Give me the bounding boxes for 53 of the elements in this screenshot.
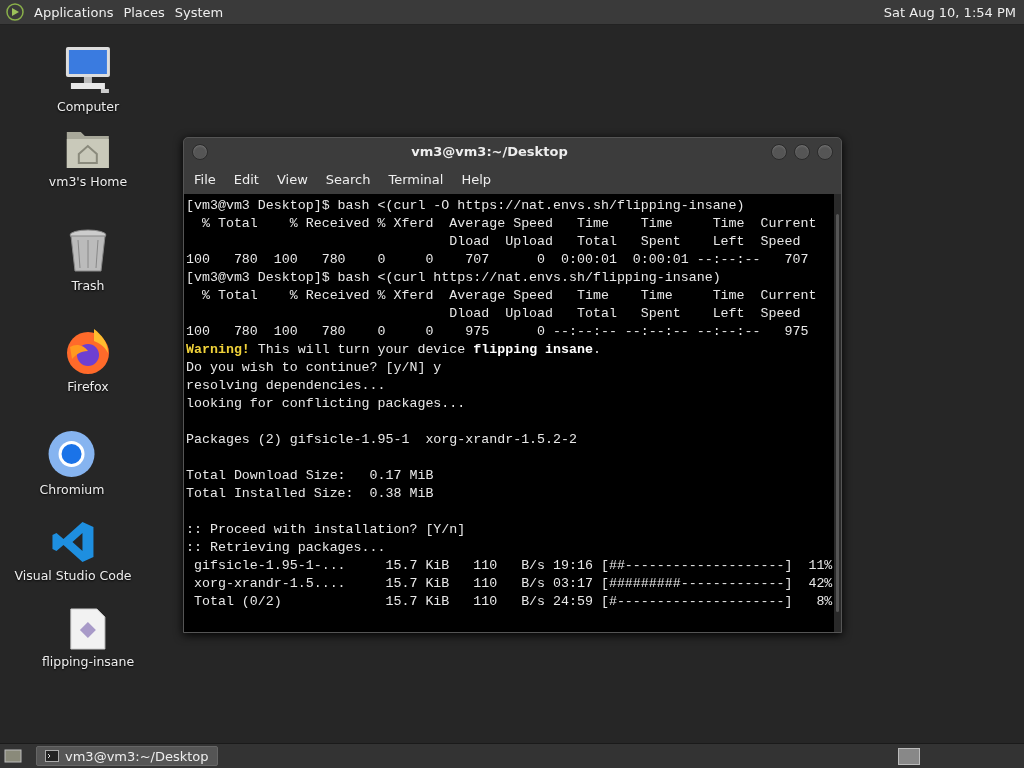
taskbar-button[interactable]: vm3@vm3:~/Desktop	[36, 746, 218, 766]
menu-item[interactable]: Edit	[225, 169, 267, 190]
desktop-icon-label[interactable]: Trash	[71, 278, 105, 293]
terminal-line: resolving dependencies...	[186, 377, 387, 395]
terminal-line: xorg-xrandr-1.5.... 15.7 KiB 110 B/s 03:17 [#########-------------] 42%	[192, 575, 833, 593]
close-button[interactable]	[817, 143, 833, 160]
menu-item[interactable]: Terminal	[380, 169, 452, 190]
terminal-line: Total Download Size: 0.17 MiB	[186, 467, 435, 485]
terminal-line: Warning! This will turn your device flipping insane.	[186, 341, 602, 359]
code-editor-icon	[51, 520, 95, 564]
panel-menu[interactable]: System	[174, 4, 224, 20]
file-icon	[70, 608, 106, 650]
desktop-icon-label[interactable]: flipping-insane	[41, 654, 135, 669]
show-desktop-icon[interactable]	[4, 748, 22, 764]
window-menu-button[interactable]	[192, 143, 208, 160]
terminal-line: :: Proceed with installation? [Y/n]	[186, 521, 467, 539]
workspace-switcher[interactable]	[898, 747, 920, 765]
menu-item[interactable]: File	[186, 169, 224, 190]
computer-icon	[63, 45, 113, 95]
terminal-line: Packages (2) gifsicle-1.95-1 xorg-xrandr-1.5.2-2	[186, 431, 578, 449]
window-title: vm3@vm3:~/Desktop	[410, 144, 569, 159]
chromium-icon	[48, 430, 96, 478]
trash-icon	[68, 228, 108, 274]
terminal-line: looking for conflicting packages...	[186, 395, 467, 413]
desktop-icon-label[interactable]: Visual Studio Code	[14, 568, 132, 583]
terminal-line: :: Retrieving packages...	[186, 539, 387, 557]
terminal-line: % Total % Received % Xferd Average Speed Time Time Time Current	[200, 287, 818, 305]
terminal-line: [vm3@vm3 Desktop]$ bash <(curl https://nat.envs.sh/flipping-insane)	[186, 269, 722, 287]
scrollbar[interactable]	[834, 194, 841, 632]
menu-item[interactable]: Search	[317, 169, 379, 190]
desktop-icon-label[interactable]: Chromium	[39, 482, 105, 497]
minimize-button[interactable]	[771, 143, 787, 160]
terminal-line: [vm3@vm3 Desktop]$ bash <(curl -O https://nat.envs.sh/flipping-insane)	[186, 197, 746, 215]
maximize-button[interactable]	[794, 143, 810, 160]
desktop-icon-label[interactable]: Computer	[56, 99, 120, 114]
panel-menu[interactable]: Places	[123, 4, 165, 20]
panel-menu[interactable]: Applications	[34, 4, 114, 20]
terminal-line: Total (0/2) 15.7 KiB 110 B/s 24:59 [#---------------------] 8%	[192, 593, 833, 611]
desktop-icon-label[interactable]: vm3's Home	[48, 174, 128, 189]
terminal-line: 100 780 100 780 0 0 975 0 --:--:-- --:--:-- --:--:-- 975	[186, 323, 810, 341]
terminal-icon	[45, 750, 59, 762]
terminal-line: % Total % Received % Xferd Average Speed Time Time Time Current	[200, 215, 818, 233]
terminal-line: 100 780 100 780 0 0 707 0 0:00:01 0:00:01 --:--:-- 707	[186, 251, 810, 269]
clock[interactable]: Sat Aug 10, 1:54 PM	[883, 4, 1016, 20]
terminal-line: gifsicle-1.95-1-... 15.7 KiB 110 B/s 19:16 [##--------------------] 11%	[192, 557, 833, 575]
menu-item[interactable]: Help	[453, 169, 500, 190]
terminal-line: Dload Upload Total Spent Left Speed	[448, 233, 802, 251]
menu-item[interactable]: View	[268, 169, 316, 190]
terminal-line: Dload Upload Total Spent Left Speed	[448, 305, 802, 323]
desktop-icon-label[interactable]: Firefox	[67, 379, 109, 394]
terminal-line: Total Installed Size: 0.38 MiB	[186, 485, 435, 503]
distro-logo-icon[interactable]	[6, 3, 24, 21]
terminal-line: Do you wish to continue? [y/N] y	[186, 359, 443, 377]
